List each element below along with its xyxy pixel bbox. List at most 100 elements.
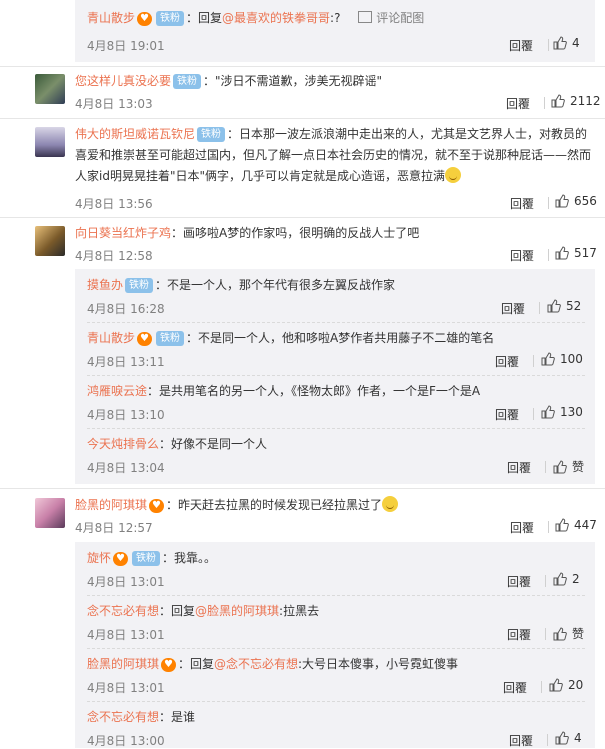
fan-badge: 铁粉 [131, 551, 160, 566]
comment-time: 4月8日 12:58 [75, 249, 153, 263]
comment-text: 您这样儿真没必要 铁粉 ："涉日不需道歉，涉美无视辟谣" [75, 71, 593, 92]
subreply-text-line: 青山散步 ♥ 铁粉 ：回复@最喜欢的铁拳哥哥:? 评论配图 [87, 11, 425, 26]
like-button[interactable]: 赞 [553, 625, 584, 642]
subreply-username[interactable]: 念不忘必有想 [87, 710, 159, 724]
subreply-username[interactable]: 鸿雁唳云途 [87, 384, 147, 398]
divider [539, 302, 540, 314]
like-button[interactable]: 130 [541, 405, 583, 419]
comment-divider [0, 66, 605, 67]
thumb-up-icon [549, 678, 563, 692]
comment-time: 4月8日 13:03 [75, 97, 153, 111]
like-button[interactable]: 2 [553, 572, 580, 586]
sub-replies-box: 旋怀 ♥ 铁粉 ：我靠。。 4月8日 13:01 回覆 2 念不忘必有想：回复@脸黑的… [75, 542, 595, 748]
mention-link[interactable]: @脸黑的阿琪琪 [195, 604, 279, 618]
reply-button[interactable]: 回覆 [510, 247, 534, 264]
dashed-divider [87, 595, 585, 596]
subreply-body: ：是共用笔名的另一个人，《怪物太郎》作者，一个是F一个是A [147, 384, 481, 398]
mention-link[interactable]: @念不忘必有想 [214, 657, 298, 671]
like-count: 656 [574, 194, 597, 208]
like-button[interactable]: 656 [555, 194, 597, 208]
reply-button[interactable]: 回覆 [507, 573, 531, 590]
reply-button[interactable]: 回覆 [495, 353, 519, 370]
like-button[interactable]: 447 [555, 518, 597, 532]
avatar[interactable] [35, 127, 65, 157]
reply-button[interactable]: 回覆 [509, 732, 533, 749]
divider [545, 461, 546, 473]
thumb-up-icon [553, 572, 567, 586]
subreply-username[interactable]: 念不忘必有想 [87, 604, 159, 618]
reply-button[interactable]: 回覆 [507, 626, 531, 643]
subreply-username[interactable]: 脸黑的阿琪琪 [87, 657, 159, 671]
divider [548, 249, 549, 261]
vip-icon: ♥ [137, 332, 152, 346]
divider [545, 628, 546, 640]
subreply-username[interactable]: 青山散步 [87, 11, 135, 25]
subreply-username[interactable]: 今天炖排骨么 [87, 437, 159, 451]
reply-button[interactable]: 回覆 [507, 459, 531, 476]
reply-button[interactable]: 回覆 [506, 95, 530, 112]
sub-reply: 旋怀 ♥ 铁粉 ：我靠。。 4月8日 13:01 回覆 2 [87, 548, 585, 589]
divider [548, 197, 549, 209]
avatar[interactable] [35, 498, 65, 528]
comment-username[interactable]: 向日葵当红炸子鸡 [75, 226, 171, 240]
comment-username[interactable]: 伟大的斯坦威诺瓦钦尼 [75, 127, 195, 141]
subreply-body: ：不是一个人，那个年代有很多左翼反战作家 [155, 278, 396, 292]
thumb-up-icon [555, 731, 569, 745]
reply-button[interactable]: 回覆 [503, 679, 527, 696]
comment-text: 向日葵当红炸子鸡：画哆啦A梦的作家吗，很明确的反战人士了吧 [75, 223, 593, 244]
comment-divider [0, 217, 605, 218]
subreply-time: 4月8日 13:10 [87, 408, 165, 422]
subreply-time: 4月8日 13:00 [87, 734, 165, 748]
like-button[interactable]: 517 [555, 246, 597, 260]
subreply-body: ：好像不是同一个人 [159, 437, 268, 451]
like-count: 20 [568, 678, 584, 692]
subreply-username[interactable]: 旋怀 [87, 551, 111, 565]
divider [544, 97, 545, 109]
comment-image-link[interactable]: 评论配图 [358, 11, 424, 25]
divider [545, 575, 546, 587]
reply-button[interactable]: 回覆 [510, 195, 534, 212]
subreply-body: :大号日本傻事，小号霓虹傻事 [298, 657, 459, 671]
like-button[interactable]: 52 [547, 299, 581, 313]
vip-icon: ♥ [137, 12, 152, 26]
subreply-body: ：是谁 [159, 710, 196, 724]
like-count: 2112 [570, 94, 601, 108]
comment-body: ："涉日不需道歉，涉美无视辟谣" [203, 74, 383, 88]
sub-reply: 脸黑的阿琪琪 ♥ ：回复@念不忘必有想:大号日本傻事，小号霓虹傻事 4月8日 13:… [87, 654, 585, 695]
comment-username[interactable]: 您这样儿真没必要 [75, 74, 171, 88]
avatar[interactable] [35, 226, 65, 256]
reply-prefix: ：回复 [159, 604, 196, 618]
comment-username[interactable]: 脸黑的阿琪琪 [75, 498, 147, 512]
vip-icon: ♥ [161, 658, 176, 672]
like-button[interactable]: 20 [549, 678, 583, 692]
avatar[interactable] [35, 74, 65, 104]
subreply-time: 4月8日 13:01 [87, 681, 165, 695]
thumb-up-icon [541, 352, 555, 366]
dashed-divider [87, 428, 585, 429]
fan-badge: 铁粉 [125, 278, 154, 293]
subreply-username[interactable]: 摸鱼办 [87, 278, 123, 292]
divider [547, 734, 548, 746]
reply-button[interactable]: 回覆 [510, 519, 534, 536]
like-button[interactable]: 2112 [551, 94, 601, 108]
sub-replies-box: 摸鱼办 铁粉 ：不是一个人，那个年代有很多左翼反战作家 4月8日 16:28 回覆 … [75, 269, 595, 484]
comment-text: 伟大的斯坦威诺瓦钦尼 铁粉 ：日本那一波左派浪潮中走出来的人，尤其是文艺界人士，对教… [75, 124, 593, 187]
comment-divider [0, 488, 605, 489]
comment-item: 脸黑的阿琪琪 ♥ ：昨天赶去拉黑的时候发现已经拉黑过了 4月8日 12:57 回覆 … [0, 496, 605, 536]
reply-button[interactable]: 回覆 [509, 37, 533, 54]
reply-button[interactable]: 回覆 [495, 406, 519, 423]
subreply-username[interactable]: 青山散步 [87, 331, 135, 345]
like-button[interactable]: 赞 [553, 458, 584, 475]
like-button[interactable]: 4 [553, 36, 580, 50]
fan-badge: 铁粉 [155, 11, 184, 26]
subreply-time: 4月8日 13:01 [87, 628, 165, 642]
like-count: 2 [572, 572, 580, 586]
mention-link[interactable]: @最喜欢的铁拳哥哥 [222, 11, 330, 25]
image-icon [358, 11, 373, 23]
like-button[interactable]: 100 [541, 352, 583, 366]
like-button[interactable]: 4 [555, 731, 582, 745]
reply-button[interactable]: 回覆 [501, 300, 525, 317]
comment-item: 您这样儿真没必要 铁粉 ："涉日不需道歉，涉美无视辟谣" 4月8日 13:03 回覆… [0, 74, 605, 112]
vip-icon: ♥ [113, 552, 128, 566]
dashed-divider [87, 701, 585, 702]
